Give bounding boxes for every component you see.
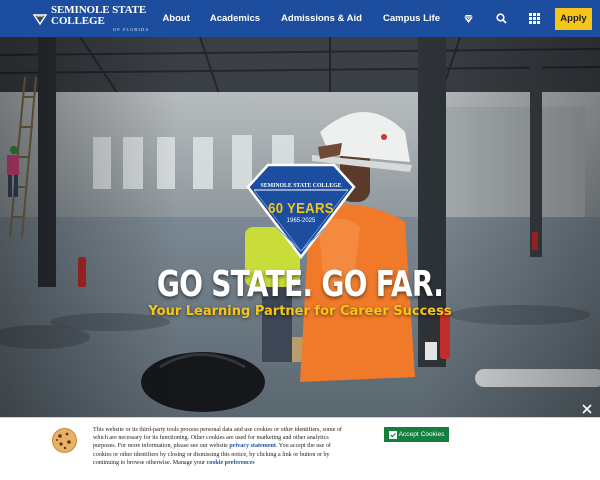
diamond-icon[interactable]: [460, 11, 476, 27]
cookie-preferences-link[interactable]: cookie preferences: [207, 460, 255, 466]
cookie-notice-text: This website or its third-party tools pr…: [93, 426, 343, 467]
college-logo-mark-icon: [33, 13, 47, 25]
nav-link-academics[interactable]: Academics: [210, 13, 260, 24]
sixty-years-badge: SEMINOLE STATE COLLEGE 60 YEARS 1965-202…: [246, 163, 356, 260]
badge-year-range: 1965-2025: [286, 218, 316, 224]
accept-cookies-button[interactable]: Accept Cookies: [384, 427, 449, 442]
search-icon[interactable]: [493, 11, 509, 27]
logo-college-subtitle: OF FLORIDA: [113, 26, 150, 32]
hero-tagline: Your Learning Partner for Career Success: [148, 304, 452, 319]
checkbox-icon: [388, 430, 397, 439]
apply-button[interactable]: Apply: [555, 7, 592, 30]
badge-years-text: 60 YEARS: [268, 200, 334, 217]
main-navigation: About Academics Admissions & Aid Campus …: [162, 7, 592, 30]
badge-college-name: SEMINOLE STATE COLLEGE: [260, 183, 342, 189]
top-navigation-bar: SEMINOLE STATE COLLEGE OF FLORIDA About …: [0, 0, 600, 37]
nav-link-campus-life[interactable]: Campus Life: [383, 13, 440, 24]
grid-menu-icon[interactable]: [526, 11, 542, 27]
college-logo[interactable]: SEMINOLE STATE COLLEGE OF FLORIDA: [33, 3, 153, 33]
nav-link-about[interactable]: About: [162, 13, 189, 24]
cookie-icon: [51, 427, 78, 454]
accept-cookies-label: Accept Cookies: [398, 431, 445, 438]
hero-headline: GO STATE. GO FAR.: [156, 264, 444, 305]
hero-banner: SEMINOLE STATE COLLEGE 60 YEARS 1965-202…: [0, 37, 600, 417]
cookie-consent-banner: This website or its third-party tools pr…: [0, 404, 600, 480]
logo-college-name: SEMINOLE STATE COLLEGE: [51, 3, 147, 27]
close-icon[interactable]: [580, 402, 594, 416]
privacy-statement-link[interactable]: privacy statement: [229, 443, 276, 449]
nav-link-admissions-aid[interactable]: Admissions & Aid: [281, 13, 362, 24]
